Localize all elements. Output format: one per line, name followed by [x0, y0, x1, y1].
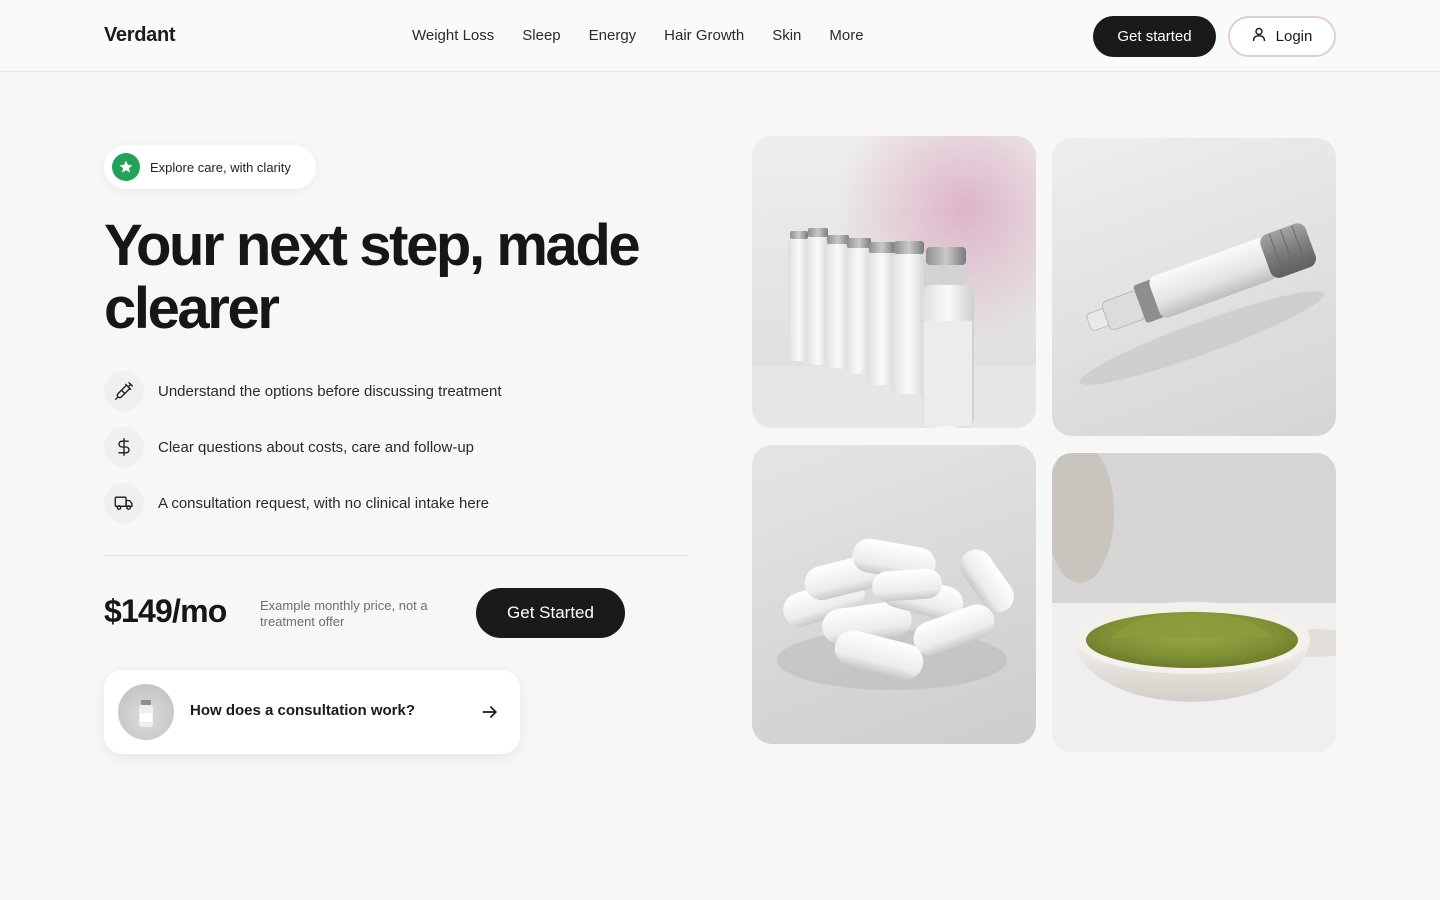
nav-item-more[interactable]: More: [829, 27, 863, 44]
arrow-right-icon: [480, 702, 500, 727]
price-note: Example monthly price, not a treatment o…: [260, 598, 428, 629]
divider: [104, 555, 688, 556]
hero-headline: Your next step, made clearer: [104, 213, 641, 341]
main-nav: Weight Loss Sleep Energy Hair Growth Ski…: [412, 27, 864, 44]
user-icon: [1252, 27, 1266, 46]
consultation-thumbnail: [118, 684, 174, 740]
login-button[interactable]: Login: [1228, 16, 1336, 57]
dollar-icon: [104, 427, 144, 467]
login-label: Login: [1275, 28, 1313, 45]
nav-item-hair-growth[interactable]: Hair Growth: [664, 27, 744, 44]
injection-pen-image: [1052, 138, 1336, 436]
hero-pill-badge: Explore care, with clarity: [104, 145, 316, 189]
syringe-icon: [104, 371, 144, 411]
green-powder-bowl-image: [1052, 453, 1336, 752]
nav-item-sleep[interactable]: Sleep: [522, 27, 560, 44]
feature-item: Understand the options before discussing…: [104, 371, 502, 411]
feature-text: Clear questions about costs, care and fo…: [158, 438, 475, 456]
star-icon: [112, 153, 140, 181]
capsules-image: [752, 445, 1036, 744]
consultation-card-text: How does a consultation work?: [190, 702, 416, 719]
truck-icon: [104, 483, 144, 523]
consultation-card[interactable]: How does a consultation work?: [104, 670, 520, 754]
header-get-started-button[interactable]: Get started: [1093, 16, 1216, 57]
pill-text: Explore care, with clarity: [150, 159, 291, 175]
feature-item: Clear questions about costs, care and fo…: [104, 427, 474, 467]
vials-image: [752, 136, 1036, 428]
feature-text: Understand the options before discussing…: [158, 382, 502, 400]
nav-item-energy[interactable]: Energy: [589, 27, 637, 44]
feature-item: A consultation request, with no clinical…: [104, 483, 489, 523]
nav-item-weight-loss[interactable]: Weight Loss: [412, 27, 494, 44]
site-header: Verdant Weight Loss Sleep Energy Hair Gr…: [0, 0, 1440, 72]
price: $149/mo: [104, 593, 227, 629]
feature-text: A consultation request, with no clinical…: [158, 494, 490, 512]
hero-get-started-button[interactable]: Get Started: [476, 588, 625, 638]
brand-logo[interactable]: Verdant: [104, 24, 176, 47]
nav-item-skin[interactable]: Skin: [772, 27, 801, 44]
